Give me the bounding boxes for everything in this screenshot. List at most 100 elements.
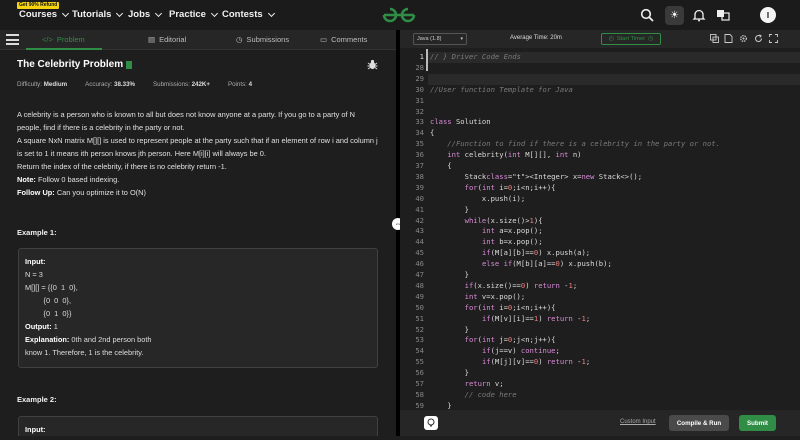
- tab-problem[interactable]: </> Problem: [42, 35, 85, 44]
- code-line[interactable]: 47 }: [400, 270, 800, 281]
- example-output: Output: 1: [25, 320, 371, 333]
- code-line[interactable]: 35 //Function to find if there is a cele…: [400, 139, 800, 150]
- line-number: 36: [415, 150, 424, 160]
- translate-icon[interactable]: [716, 8, 730, 22]
- custom-input-link[interactable]: Custom Input: [620, 419, 656, 425]
- code-line[interactable]: 34 {: [400, 128, 800, 139]
- code-text: //Function to find if there is a celebri…: [430, 139, 720, 149]
- difficulty-label: Difficulty:: [17, 81, 42, 88]
- problem-meta: Difficulty: Medium Accuracy: 38.33% Subm…: [17, 81, 252, 88]
- tab-editorial[interactable]: ▤ Editorial: [148, 35, 186, 44]
- code-line[interactable]: 32: [400, 107, 800, 118]
- avatar[interactable]: I: [760, 7, 776, 23]
- note-label: Note:: [17, 175, 36, 184]
- document-icon: ▤: [148, 35, 156, 44]
- code-line[interactable]: 57 return v;: [400, 379, 800, 390]
- nav-tutorials[interactable]: Tutorials: [72, 9, 124, 20]
- tab-comments[interactable]: ▭ Comments: [320, 35, 367, 44]
- code-line[interactable]: 53 for(int j=0;j<n;j++){: [400, 335, 800, 346]
- gfg-logo-icon[interactable]: [381, 5, 417, 25]
- nav-jobs[interactable]: Jobs: [128, 9, 163, 20]
- copy-icon[interactable]: [710, 34, 719, 43]
- chevron-down-icon: [210, 9, 219, 17]
- language-select[interactable]: Java (1.8) ▾: [413, 33, 467, 45]
- code-text: Stackclass="t"><Integer> x=new Stack<>()…: [430, 171, 643, 181]
- code-line[interactable]: 50 for(int i=0;i<n;i++){: [400, 303, 800, 314]
- code-line[interactable]: 31: [400, 96, 800, 107]
- points-label: Points:: [227, 81, 247, 88]
- code-line[interactable]: 44 int b=x.pop();: [400, 237, 800, 248]
- compile-run-button[interactable]: Compile & Run: [669, 415, 729, 431]
- editor-panel: Java (1.8) ▾ Average Time: 20m ◴ Start Ti…: [400, 30, 800, 436]
- line-number: 39: [415, 182, 424, 192]
- code-line[interactable]: 29: [400, 74, 800, 85]
- code-line[interactable]: 48 if(x.size()==0) return -1;: [400, 281, 800, 292]
- code-text: int a=x.pop();: [481, 226, 543, 236]
- line-number: 45: [415, 248, 424, 258]
- code-line[interactable]: 39 for(int i=0;i<n;i++){: [400, 183, 800, 194]
- nav-contests[interactable]: Contests: [222, 9, 275, 20]
- refresh-icon[interactable]: [754, 34, 763, 43]
- code-line[interactable]: 42 while(x.size()>1){: [400, 216, 800, 227]
- fullscreen-icon[interactable]: [769, 34, 778, 43]
- submissions-count: Submissions: 242K+: [153, 81, 210, 88]
- code-line[interactable]: 33 class Solution: [400, 117, 800, 128]
- timer-icon: ◴: [608, 36, 614, 42]
- code-editor[interactable]: 1 // } Driver Code Ends 28 29 30 //User funct…: [400, 49, 800, 440]
- code-line[interactable]: 43 int a=x.pop();: [400, 226, 800, 237]
- chevron-down-icon: [267, 9, 275, 17]
- submit-button[interactable]: Submit: [739, 415, 776, 431]
- refund-badge[interactable]: Get 90% Refund: [17, 2, 60, 9]
- code-line[interactable]: 58 // code here: [400, 390, 800, 401]
- submissions-value: 242K+: [191, 81, 210, 88]
- line-number: 35: [415, 139, 424, 149]
- code-text: class Solution: [430, 117, 491, 127]
- line-number: 46: [415, 259, 424, 269]
- code-line[interactable]: 41 }: [400, 205, 800, 216]
- code-text: return v;: [464, 379, 504, 388]
- gear-icon[interactable]: [739, 34, 748, 43]
- code-line[interactable]: 1 // } Driver Code Ends: [400, 52, 800, 63]
- difficulty-value: Medium: [43, 81, 68, 88]
- code-line[interactable]: 56 }: [400, 368, 800, 379]
- example-matrix-row: {0 0 0},: [25, 296, 72, 305]
- code-line[interactable]: 55 if(M[j][v]==0) return -1;: [400, 357, 800, 368]
- code-line[interactable]: 36 int celebrity(int M[][], int n): [400, 150, 800, 161]
- tab-problem-label: Problem: [56, 35, 85, 44]
- bug-report-icon[interactable]: [367, 59, 378, 70]
- bookmark-icon[interactable]: [126, 60, 133, 69]
- editor-bottom-bar: Custom Input Compile & Run Submit: [400, 410, 800, 436]
- nav-practice[interactable]: Practice: [169, 9, 219, 20]
- menu-icon[interactable]: [6, 34, 19, 45]
- code-line[interactable]: 51 if(M[v][i]==1) return -1;: [400, 314, 800, 325]
- lightbulb-icon[interactable]: [424, 416, 438, 430]
- code-line[interactable]: 30 //User function Template for Java: [400, 85, 800, 96]
- file-icon[interactable]: [724, 34, 733, 43]
- start-timer-button[interactable]: ◴ Start Timer ◷: [601, 33, 661, 45]
- line-number: 54: [415, 346, 424, 356]
- code-line[interactable]: 54 if(j==v) continue;: [400, 346, 800, 357]
- code-line[interactable]: 45 if(M[a][b]==0) x.push(a);: [400, 248, 800, 259]
- line-number: 44: [415, 237, 424, 247]
- example-explanation: Explanation: 0th and 2nd person both: [25, 333, 371, 346]
- nav-courses[interactable]: Courses: [19, 9, 70, 20]
- example-n: N = 3: [25, 270, 43, 279]
- avg-time-label: Average Time:: [510, 35, 549, 41]
- code-line[interactable]: 38 Stackclass="t"><Integer> x=new Stack<…: [400, 172, 800, 183]
- bell-icon[interactable]: [692, 8, 706, 22]
- code-text: for(int i=0;i<n;i++){: [464, 302, 556, 312]
- nav-courses-label: Courses: [19, 9, 58, 20]
- line-number: 42: [415, 215, 424, 225]
- code-line[interactable]: 37 {: [400, 161, 800, 172]
- output-value: 1: [51, 322, 58, 331]
- code-line[interactable]: 46 else if(M[b][a]==0) x.push(b);: [400, 259, 800, 270]
- tab-submissions[interactable]: ◷ Submissions: [236, 35, 289, 44]
- line-number: 32: [415, 106, 424, 116]
- code-line[interactable]: 49 int v=x.pop();: [400, 292, 800, 303]
- search-icon[interactable]: [640, 8, 654, 22]
- theme-toggle-button[interactable]: ☀: [665, 6, 684, 25]
- code-line[interactable]: 40 x.push(i);: [400, 194, 800, 205]
- code-line[interactable]: 52 }: [400, 325, 800, 336]
- code-line[interactable]: 28: [400, 63, 800, 74]
- line-number: 41: [415, 204, 424, 214]
